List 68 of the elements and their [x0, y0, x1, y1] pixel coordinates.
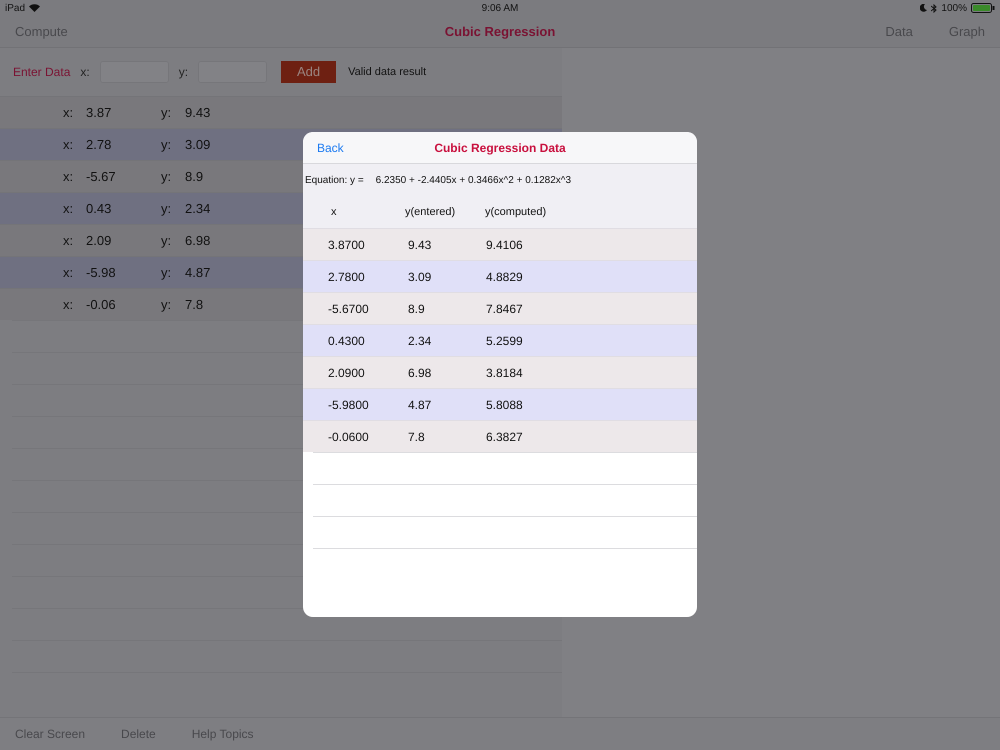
x-label: x:	[63, 200, 74, 218]
x-label: x:	[63, 104, 74, 122]
table-cell-text: 5.8088	[486, 396, 523, 414]
wifi-icon	[29, 4, 40, 12]
status-message: Valid data result	[348, 64, 426, 80]
table-cell-text: 3.09	[408, 268, 432, 286]
table-cell-text: 6.98	[408, 364, 432, 382]
table-cell-text: 7.8467	[486, 300, 523, 318]
device-name: iPad	[5, 2, 26, 16]
table-cell-text: 2.0900	[328, 364, 366, 382]
battery-icon	[970, 3, 995, 13]
x-value: -0.06	[86, 296, 117, 314]
table-cell-text: 5.2599	[486, 332, 523, 350]
y-label: y:	[161, 200, 172, 218]
table-cell-text: 4.87	[408, 396, 432, 414]
column-header: y(computed)	[485, 204, 546, 220]
y-label: y:	[161, 104, 172, 122]
table-cell-text: 3.8184	[486, 364, 523, 382]
column-header: y(entered)	[405, 204, 456, 220]
x-value: 3.87	[86, 104, 112, 122]
table-cell-text: 3.8700	[328, 236, 366, 254]
x-label: x:	[80, 64, 90, 81]
enter-data-label: Enter Data	[13, 64, 70, 81]
data-row[interactable]: x: 3.87 y: 9.43	[0, 96, 562, 128]
table-cell-text: 8.9	[408, 300, 426, 318]
equation-label: Equation: y =	[305, 174, 364, 188]
nav-title: Cubic Regression	[444, 22, 556, 41]
table-cell-text: 2.34	[408, 332, 432, 350]
y-label: y:	[161, 136, 172, 154]
y-value: 8.9	[185, 168, 204, 186]
table-cell-text: 0.4300	[328, 332, 366, 350]
x-value: 2.78	[86, 136, 112, 154]
clock-time: 9:06 AM	[482, 2, 518, 16]
column-header: x	[331, 204, 338, 220]
table-cell-text: 9.43	[408, 236, 432, 254]
x-label: x:	[63, 136, 74, 154]
x-value: 0.43	[86, 200, 112, 218]
battery-percent: 100%	[941, 2, 967, 16]
table-cell-text: 4.8829	[486, 268, 523, 286]
table-cell-text: 7.8	[408, 428, 426, 446]
bluetooth-icon	[931, 4, 938, 12]
table-cell-text: -5.9800	[328, 396, 370, 414]
y-value: 6.98	[185, 232, 210, 250]
y-value: 4.87	[185, 264, 210, 282]
y-label: y:	[178, 64, 188, 81]
y-value: 3.09	[185, 136, 210, 154]
moon-icon	[920, 4, 928, 12]
table-cell-text: -5.6700	[328, 300, 370, 318]
x-label: x:	[63, 264, 74, 282]
table-cell-text: 6.3827	[486, 428, 523, 446]
add-button[interactable]: Add	[281, 61, 336, 83]
table-cell-text: -0.0600	[328, 428, 370, 446]
y-value: 7.8	[185, 296, 204, 314]
y-label: y:	[161, 168, 172, 186]
table-cell-text: 9.4106	[486, 236, 523, 254]
back-button[interactable]: Back	[317, 138, 377, 156]
table-cell-text: 2.7800	[328, 268, 366, 286]
x-label: x:	[63, 168, 74, 186]
x-label: x:	[63, 296, 74, 314]
x-value: -5.98	[86, 264, 117, 282]
y-label: y:	[161, 232, 172, 250]
x-label: x:	[63, 232, 74, 250]
x-value: -5.67	[86, 168, 117, 186]
y-value: 9.43	[185, 104, 210, 122]
y-label: y:	[161, 264, 172, 282]
y-value: 2.34	[185, 200, 210, 218]
x-value: 2.09	[86, 232, 112, 250]
y-label: y:	[161, 296, 172, 314]
